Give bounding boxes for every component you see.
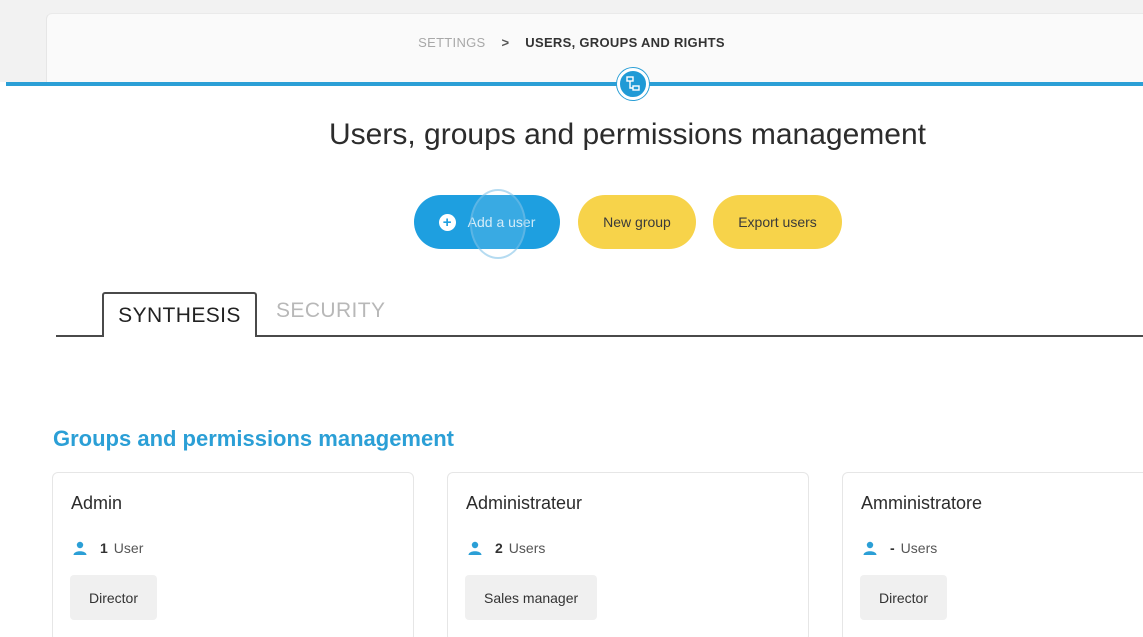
header-divider: [6, 82, 1143, 86]
role-tag: Director: [860, 575, 948, 620]
section-title: Groups and permissions management: [53, 426, 454, 451]
tab-security[interactable]: SECURITY: [276, 299, 385, 327]
group-card-admin[interactable]: Admin 1 User Director: [52, 472, 414, 637]
top-bar: SETTINGS > USERS, GROUPS AND RIGHTS: [0, 0, 1143, 88]
click-ripple: [470, 189, 526, 259]
group-card-amministratore[interactable]: Amministratore - Users Director: [842, 472, 1143, 637]
group-user-count: 2 Users: [468, 540, 545, 556]
user-count-unit: Users: [900, 540, 938, 556]
user-count-value: -: [890, 540, 895, 556]
group-name: Amministratore: [861, 493, 983, 513]
breadcrumb: SETTINGS > USERS, GROUPS AND RIGHTS: [0, 35, 1143, 50]
export-users-button[interactable]: Export users: [713, 195, 842, 249]
group-card-administrateur[interactable]: Administrateur 2 Users Sales manager: [447, 472, 809, 637]
user-icon: [468, 541, 482, 555]
role-tag: Director: [70, 575, 158, 620]
org-chart-icon: [617, 68, 649, 100]
user-icon: [863, 541, 877, 555]
user-count-unit: User: [113, 540, 144, 556]
group-user-count: - Users: [863, 540, 937, 556]
page-title: Users, groups and permissions management: [329, 118, 926, 151]
group-user-count: 1 User: [73, 540, 143, 556]
breadcrumb-chevron-icon: >: [501, 35, 510, 50]
role-tag: Sales manager: [465, 575, 598, 620]
user-count-unit: Users: [508, 540, 546, 556]
plus-circle-icon: +: [438, 213, 456, 231]
user-icon: [73, 541, 87, 555]
breadcrumb-settings-link[interactable]: SETTINGS: [418, 35, 485, 50]
group-name: Admin: [71, 493, 123, 513]
add-user-button[interactable]: + Add a user: [414, 189, 560, 259]
breadcrumb-current: USERS, GROUPS AND RIGHTS: [525, 35, 725, 50]
tab-synthesis[interactable]: SYNTHESIS: [102, 292, 257, 337]
user-count-value: 2: [495, 540, 503, 556]
group-name: Administrateur: [466, 493, 583, 513]
new-group-button[interactable]: New group: [578, 195, 696, 249]
user-count-value: 1: [100, 540, 108, 556]
